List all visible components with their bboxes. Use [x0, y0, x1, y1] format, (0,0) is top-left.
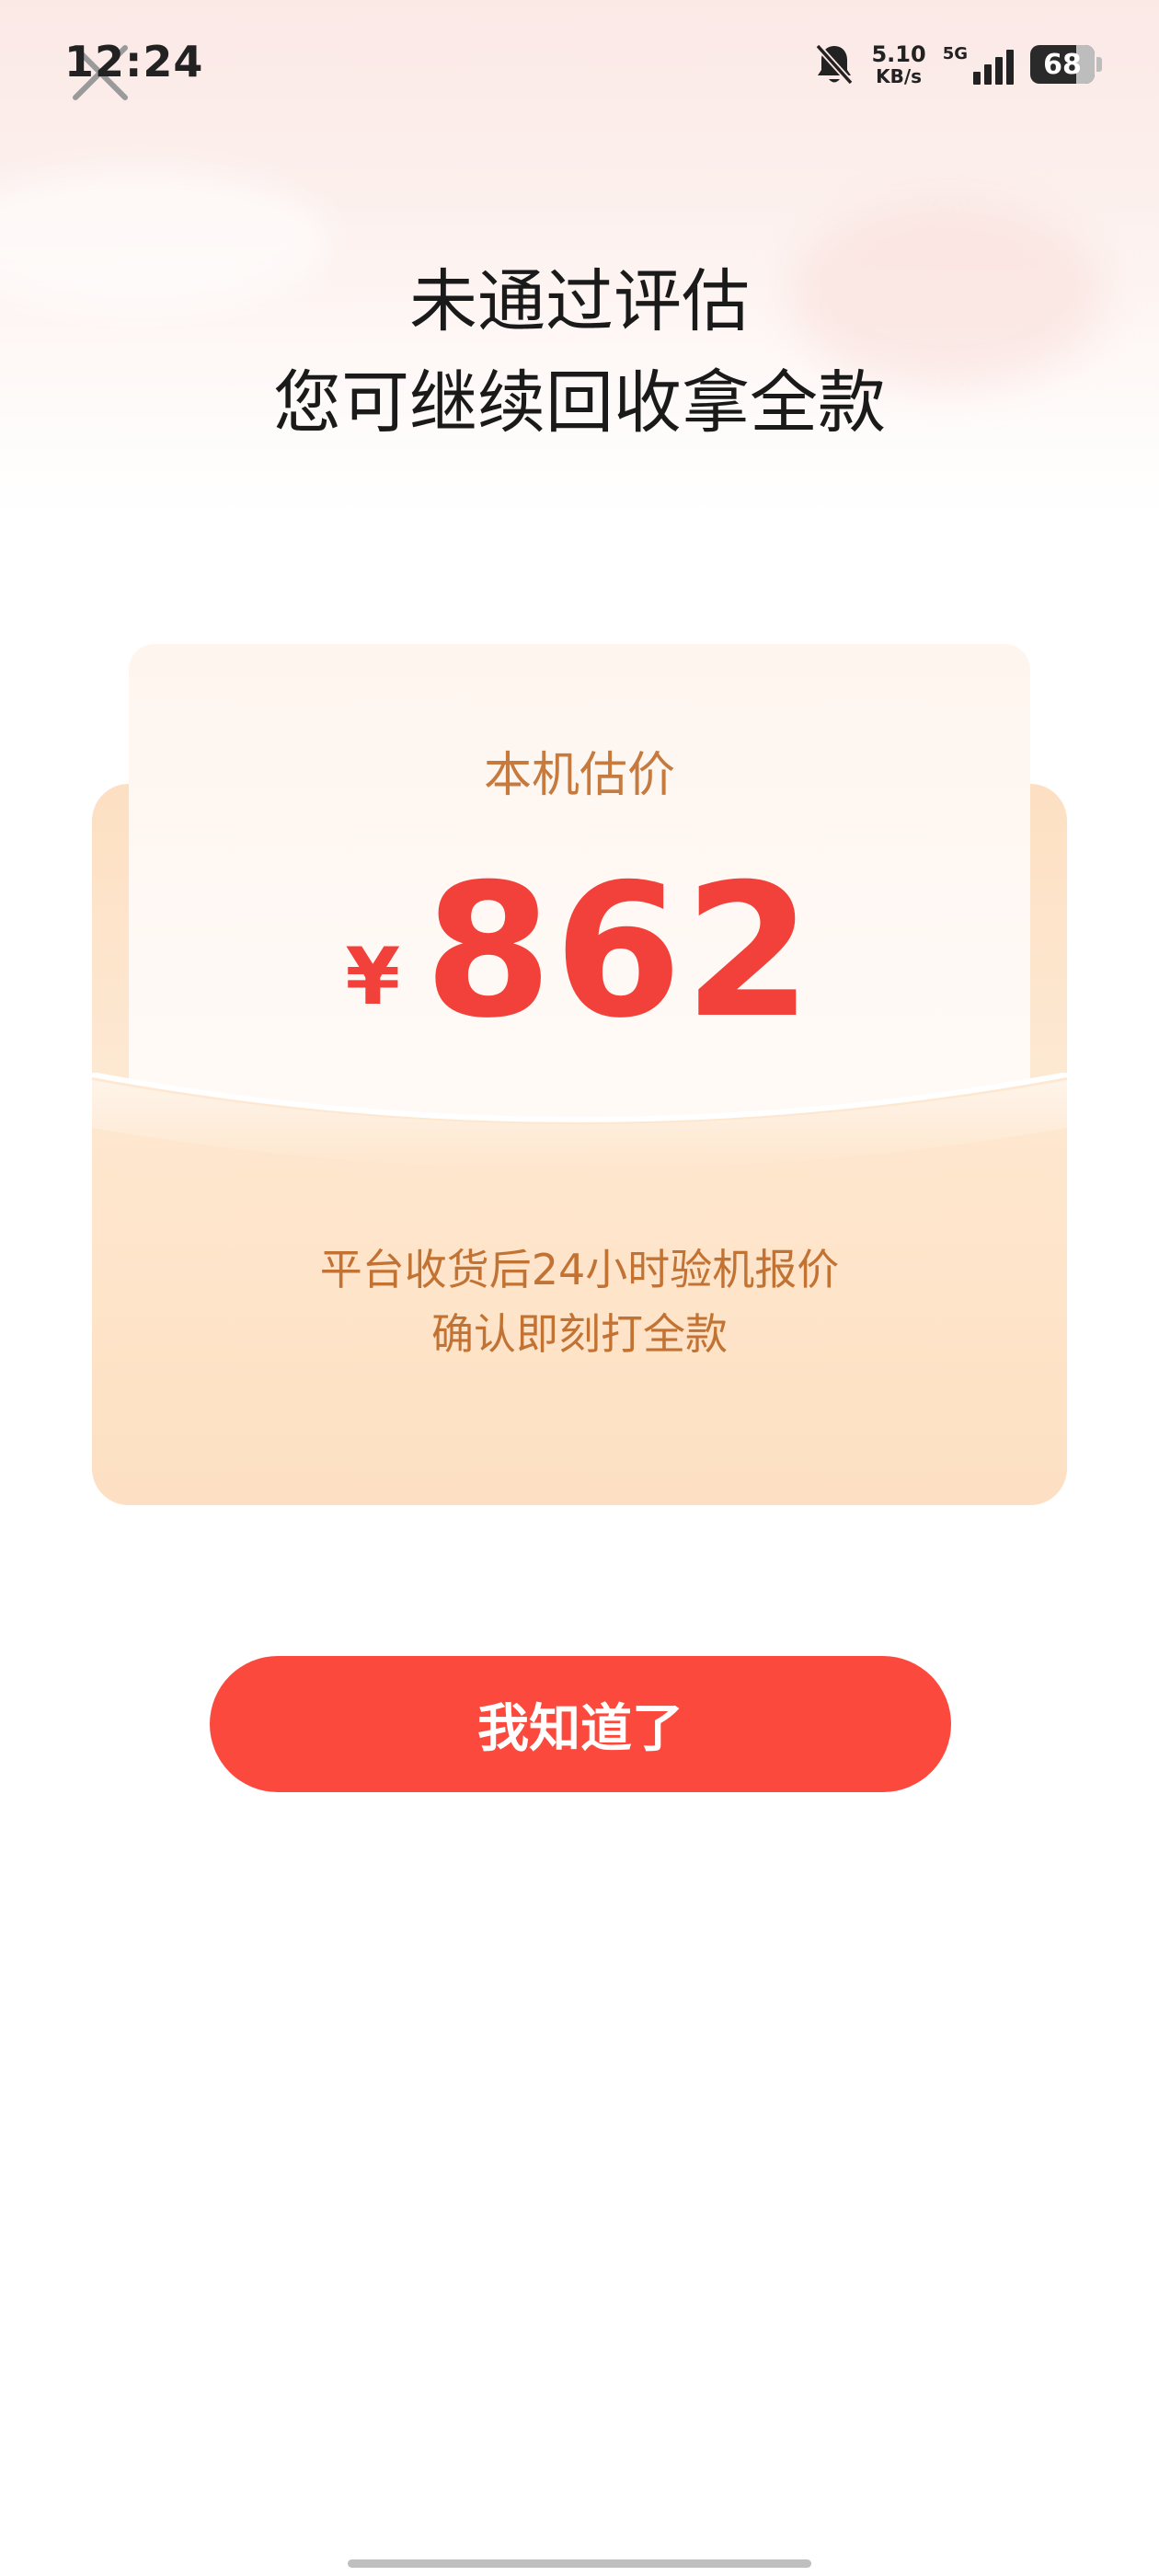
network-type: 5G — [942, 44, 968, 63]
battery-level: 68 — [1043, 48, 1082, 81]
estimate-note-line2: 确认即刻打全款 — [431, 1309, 728, 1359]
screen: 12:24 5.10 KB/s 5G 68 未通过评估 您可继续回收拿全款 本机… — [0, 0, 1159, 2576]
network-speed-unit: KB/s — [876, 65, 923, 87]
estimate-card-pocket: 平台收货后24小时验机报价 确认即刻打全款 — [92, 1073, 1067, 1505]
network-speed-value: 5.10 — [871, 41, 926, 67]
status-icons: 5.10 KB/s 5G 68 — [814, 37, 1102, 92]
currency-symbol: ¥ — [345, 931, 401, 1023]
page-subtitle: 您可继续回收拿全款 — [273, 363, 886, 443]
signal-bars-icon: 5G — [943, 44, 1014, 85]
estimate-label: 本机估价 — [483, 748, 675, 803]
network-speed: 5.10 KB/s — [871, 43, 925, 86]
status-time: 12:24 — [64, 37, 204, 86]
price-value: 862 — [424, 845, 814, 1059]
bell-off-icon — [815, 43, 855, 86]
home-indicator[interactable] — [348, 2559, 811, 2568]
page-title: 未通过评估 — [409, 262, 750, 341]
estimate-note-line1: 平台收货后24小时验机报价 — [319, 1245, 840, 1294]
estimate-price: ¥862 — [129, 860, 1030, 1044]
got-it-button[interactable]: 我知道了 — [210, 1656, 951, 1792]
battery-icon: 68 — [1030, 45, 1102, 84]
